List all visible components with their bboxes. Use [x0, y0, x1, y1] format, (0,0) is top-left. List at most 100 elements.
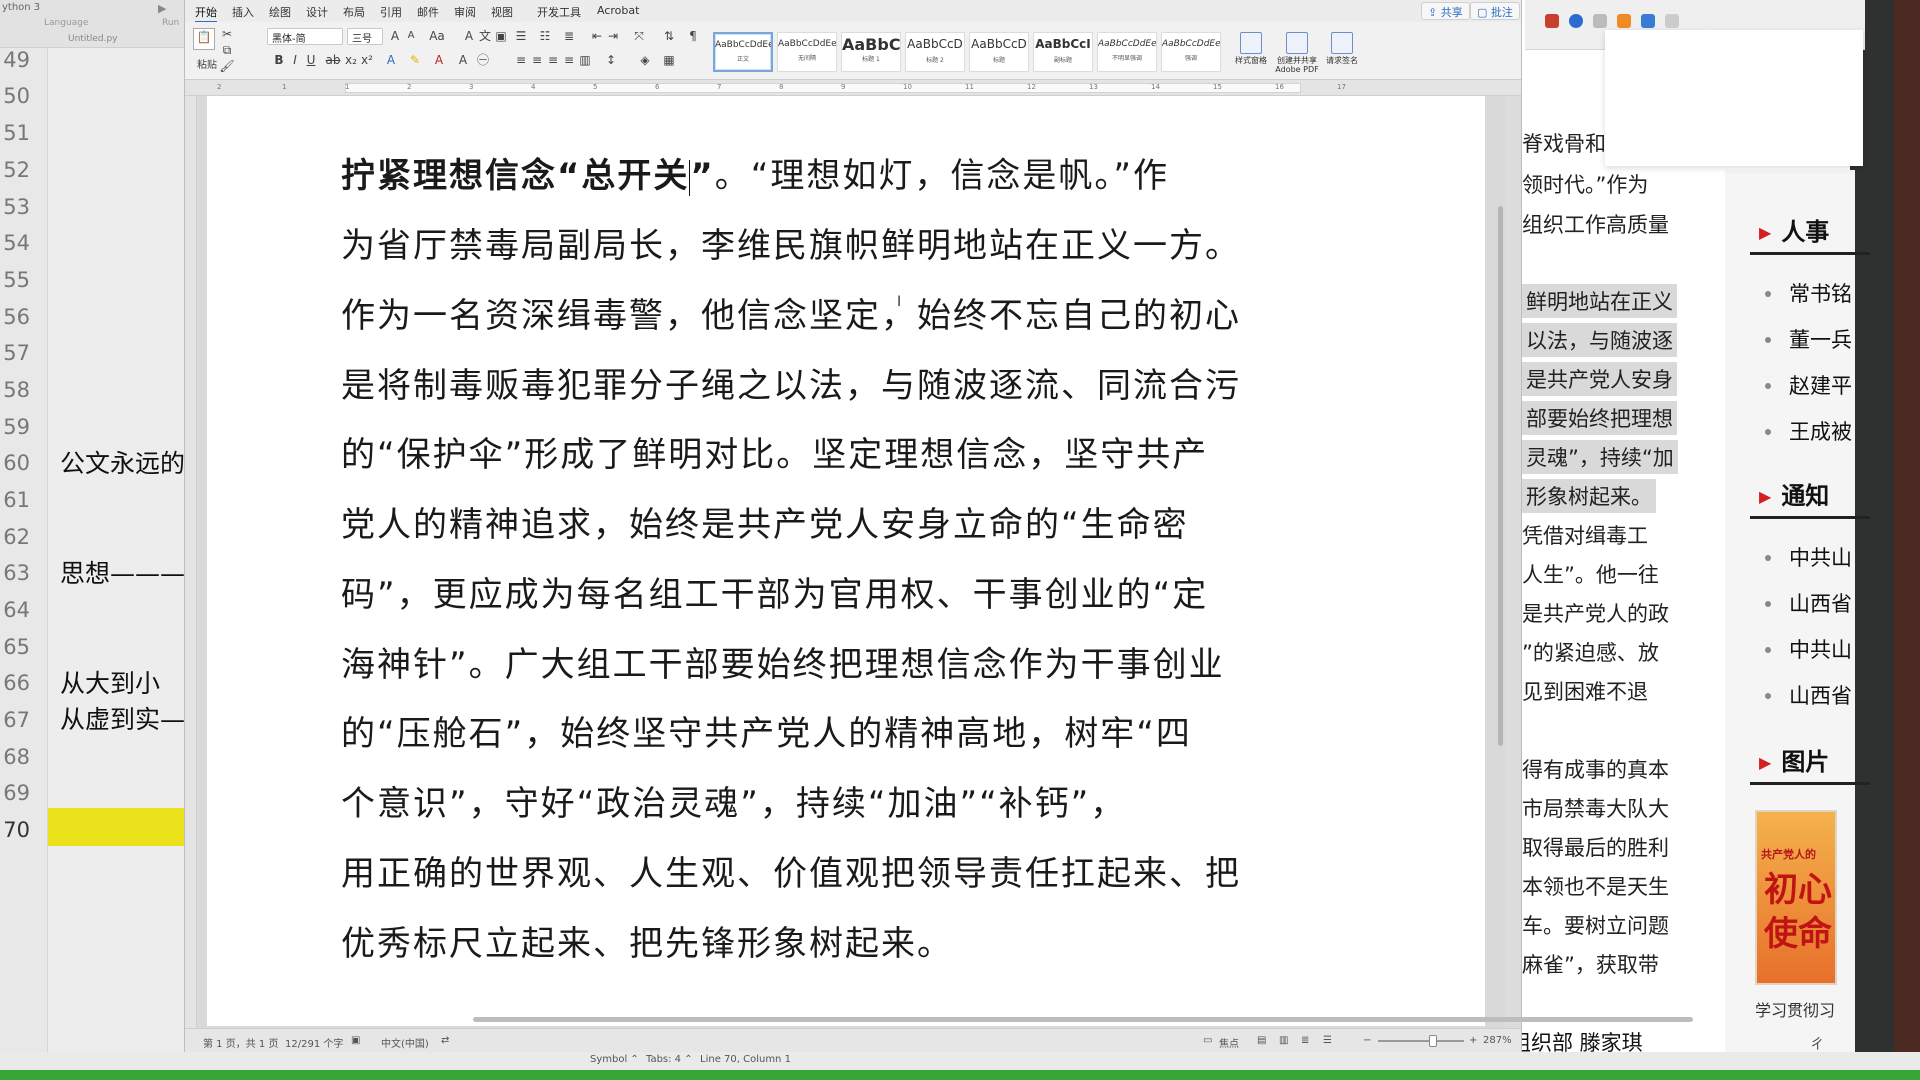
sidebar-link[interactable]: 董一兵 [1765, 324, 1852, 354]
sidebar-link[interactable]: 常书铭 [1765, 278, 1852, 308]
sidebar-link[interactable]: 王成被 [1765, 416, 1852, 446]
tabs-selector[interactable]: Tabs: 4 ⌃ [646, 1054, 693, 1065]
bold-lead-quote[interactable]: ” [690, 156, 714, 196]
sidebar-section-title[interactable]: 人事 [1759, 212, 1829, 247]
doc-paragraph-line[interactable]: 海神针”。广大组工干部要始终把理想信念作为干事创业 [341, 637, 1225, 686]
zoom-level[interactable]: 287% [1483, 1035, 1512, 1046]
comments-button[interactable]: ▢ 批注 [1470, 2, 1520, 20]
char-border-icon[interactable]: ▣ [493, 28, 509, 44]
subscript-button[interactable]: x₂ [343, 52, 359, 68]
align-right-icon[interactable]: ≡ [545, 52, 561, 68]
editor-code-line[interactable]: 从虚到实— [60, 700, 185, 736]
font-color-icon[interactable]: A [431, 52, 447, 68]
style-heading-2[interactable]: AaBbCcD 标题 2 [905, 32, 965, 72]
doc-paragraph-line[interactable]: 码”，更应成为每名组工干部为官用权、干事创业的“定 [341, 567, 1208, 616]
tab-draw[interactable]: 绘图 [269, 4, 291, 20]
styles-pane-button[interactable]: 样式窗格 [1233, 32, 1269, 65]
sidebar-link[interactable]: 赵建平 [1765, 370, 1852, 400]
doc-paragraph-line[interactable]: 的“压舱石”，始终坚守共产党人的精神高地，树牢“四 [341, 706, 1192, 755]
horizontal-scrollbar[interactable] [473, 1017, 1693, 1022]
tab-developer[interactable]: 开发工具 [537, 4, 581, 20]
editor-code-line[interactable]: 公文永远的 [60, 444, 185, 480]
clear-format-icon[interactable]: A [461, 28, 477, 44]
document-canvas[interactable]: 拧紧理想信念“总开关”。“理想如灯，信念是帆。”作 为省厅禁毒局副局长，李维民旗… [197, 96, 1505, 1028]
shrink-font-icon[interactable]: A [403, 28, 419, 44]
sidebar-link[interactable]: 山西省 [1765, 680, 1852, 710]
enclose-char-icon[interactable]: ㊀ [475, 52, 491, 68]
line-spacing-icon[interactable]: ↕ [603, 52, 619, 68]
symbol-selector[interactable]: Symbol ⌃ [590, 1054, 639, 1065]
superscript-button[interactable]: x² [359, 52, 375, 68]
decrease-indent-icon[interactable]: ⇤ [589, 28, 605, 44]
web-layout-icon[interactable]: ▥ [1279, 1035, 1288, 1046]
page-count[interactable]: 第 1 页，共 1 页 [203, 1035, 278, 1050]
document-page[interactable]: 拧紧理想信念“总开关”。“理想如灯，信念是帆。”作 为省厅禁毒局副局长，李维民旗… [207, 96, 1485, 1026]
tab-acrobat[interactable]: Acrobat [597, 4, 639, 17]
text-effects-icon[interactable]: A [383, 52, 399, 68]
tab-view[interactable]: 视图 [491, 4, 513, 20]
proofing-icon[interactable]: ▣ [351, 1035, 360, 1046]
font-name-select[interactable]: 黑体-简 [267, 28, 343, 45]
style-subtle-emphasis[interactable]: AaBbCcDdEe 不明显强调 [1097, 32, 1157, 72]
poster-caption[interactable]: 学习贯彻习 [1755, 997, 1835, 1021]
extension-icon[interactable] [1617, 14, 1631, 28]
tab-insert[interactable]: 插入 [232, 4, 254, 20]
word-count[interactable]: 12/291 个字 [285, 1035, 343, 1050]
extension-icon[interactable] [1545, 14, 1559, 28]
poster-image[interactable]: 共产党人的 初心使命 [1755, 810, 1837, 985]
vertical-scrollbar[interactable] [1498, 206, 1503, 746]
sort-icon[interactable]: ⇅ [661, 28, 677, 44]
bullets-icon[interactable]: ☰ [513, 28, 529, 44]
zoom-in-icon[interactable]: + [1469, 1035, 1477, 1046]
doc-paragraph-line[interactable]: 为省厅禁毒局副局长，李维民旗帜鲜明地站在正义一方。 [341, 218, 1241, 267]
increase-indent-icon[interactable]: ⇥ [605, 28, 621, 44]
style-emphasis[interactable]: AaBbCcDdEe 强调 [1161, 32, 1221, 72]
extension-icon[interactable] [1641, 14, 1655, 28]
print-layout-icon[interactable]: ▤ [1257, 1035, 1266, 1046]
sidebar-link[interactable]: 中共山 [1765, 542, 1852, 572]
style-subtitle[interactable]: AaBbCcI 副标题 [1033, 32, 1093, 72]
request-signature-button[interactable]: 请求签名 [1325, 32, 1359, 65]
extension-icon[interactable] [1593, 14, 1607, 28]
tab-references[interactable]: 引用 [380, 4, 402, 20]
doc-paragraph-line[interactable]: 党人的精神追求，始终是共产党人安身立命的“生命密 [341, 497, 1189, 546]
focus-label[interactable]: 焦点 [1219, 1035, 1239, 1050]
doc-paragraph-line[interactable]: 的“保护伞”形成了鲜明对比。坚定理想信念，坚守共产 [341, 427, 1208, 476]
style-title[interactable]: AaBbCcD 标题 [969, 32, 1029, 72]
align-center-icon[interactable]: ≡ [529, 52, 545, 68]
horizontal-ruler[interactable]: 2 1 1 2 3 4 5 6 7 8 9 10 11 12 13 14 15 … [185, 80, 1521, 96]
char-shading-icon[interactable]: A [455, 52, 471, 68]
italic-button[interactable]: I [287, 52, 303, 68]
justify-icon[interactable]: ≡ [561, 52, 577, 68]
editor-code-line[interactable]: 思想——— [60, 554, 185, 590]
create-pdf-button[interactable]: 创建并共享 Adobe PDF [1271, 32, 1323, 74]
tab-home[interactable]: 开始 [195, 4, 217, 23]
shading-icon[interactable]: ◈ [637, 52, 653, 68]
doc-paragraph-line[interactable]: 是将制毒贩毒犯罪分子绳之以法，与随波逐流、同流合污 [341, 358, 1241, 407]
numbering-icon[interactable]: ☷ [537, 28, 553, 44]
distributed-icon[interactable]: ▥ [577, 52, 593, 68]
tab-design[interactable]: 设计 [306, 4, 328, 20]
doc-paragraph-line[interactable]: 个意识”，守好“政治灵魂”，持续“加油”“补钙”， [341, 776, 1126, 825]
zoom-slider[interactable] [1378, 1040, 1464, 1042]
paste-icon[interactable]: 📋 [193, 28, 215, 50]
doc-paragraph-line[interactable]: 优秀标尺立起来、把先锋形象树起来。 [341, 916, 953, 965]
run-icon[interactable]: ▶ [158, 2, 166, 15]
sidebar-link[interactable]: 山西省 [1765, 588, 1852, 618]
style-normal[interactable]: AaBbCcDdEe 正文 [713, 32, 773, 72]
sidebar-section-title[interactable]: 图片 [1759, 742, 1829, 777]
zoom-slider-thumb[interactable] [1429, 1035, 1437, 1047]
editor-tab-title[interactable]: ython 3 [2, 2, 40, 13]
grow-font-icon[interactable]: A [387, 28, 403, 44]
zoom-out-icon[interactable]: − [1363, 1035, 1371, 1046]
outline-view-icon[interactable]: ≣ [1301, 1035, 1309, 1046]
tab-layout[interactable]: 布局 [343, 4, 365, 20]
language-status[interactable]: 中文(中国) [381, 1035, 429, 1050]
vertical-ruler[interactable] [185, 96, 197, 1028]
video-progress-bar[interactable] [0, 1070, 1920, 1080]
format-painter-icon[interactable]: 🖌 [219, 58, 235, 74]
doc-paragraph-line[interactable]: 用正确的世界观、人生观、价值观把领导责任扛起来、把 [341, 846, 1241, 895]
show-marks-icon[interactable]: ¶ [685, 28, 701, 44]
track-changes-icon[interactable]: ⇄ [441, 1035, 449, 1046]
draft-view-icon[interactable]: ☰ [1323, 1035, 1332, 1046]
